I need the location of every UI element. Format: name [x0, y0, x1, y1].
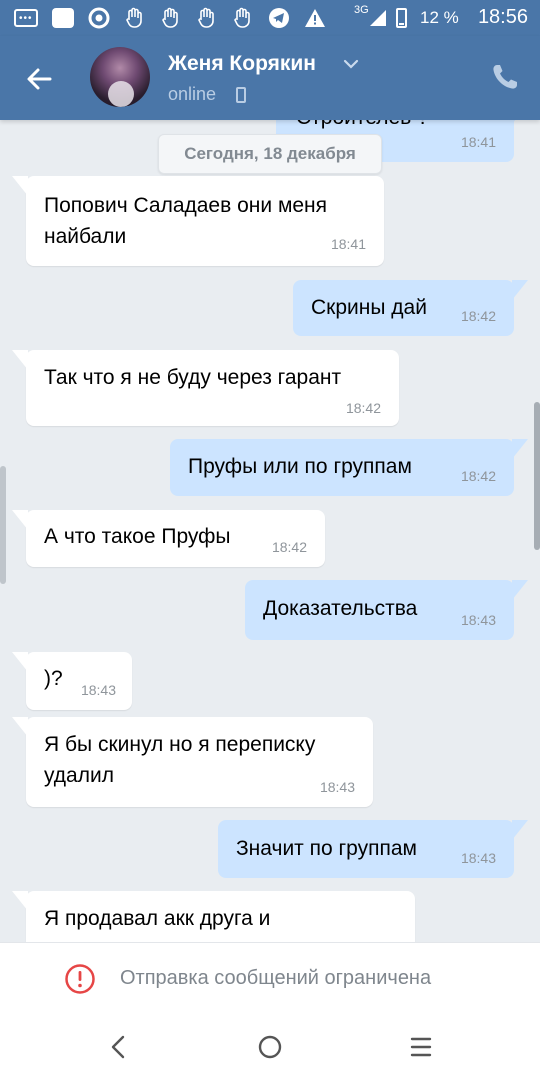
message-time: 18:41 — [330, 236, 366, 252]
back-arrow-icon — [27, 68, 52, 90]
scrollbar[interactable] — [534, 402, 540, 550]
hand-icon — [232, 7, 254, 29]
back-button[interactable] — [22, 62, 56, 96]
signal-icon — [368, 7, 388, 29]
online-status: online — [168, 84, 217, 104]
message-time: 18:43 — [80, 682, 116, 698]
clock: 18:56 — [477, 6, 528, 28]
message-text: Я продавал акк друга и — [44, 907, 271, 930]
message-bubble-out[interactable]: Доказательства 18:43 — [245, 580, 528, 640]
message-bubble-out[interactable]: Пруфы или по группам 18:42 — [170, 439, 528, 496]
message-time: 18:42 — [271, 539, 307, 555]
message-time: 18:42 — [460, 308, 496, 324]
message-text: Доказательства — [263, 597, 418, 620]
message-bubble-in[interactable]: )? 18:43 — [12, 652, 132, 710]
network-type-label: 3G — [354, 4, 369, 16]
mobile-icon — [236, 87, 246, 103]
message-bubble-in[interactable]: Я бы скинул но я переписку удалил 18:43 — [12, 717, 373, 807]
chevron-down-icon[interactable] — [343, 56, 359, 72]
message-bubble-in[interactable]: Так что я не буду через гарант 18:42 — [12, 350, 399, 426]
message-text: Скрины дай — [311, 296, 427, 319]
message-text: А что такое Пруфы — [44, 525, 231, 548]
back-icon[interactable] — [102, 1030, 136, 1064]
message-bubble-out[interactable]: Значит по группам 18:43 — [218, 820, 528, 878]
message-list[interactable]: Строителев ? 18:41 Сегодня, 18 декабря П… — [0, 120, 540, 942]
telegram-icon — [268, 7, 290, 29]
restriction-text: Отправка сообщений ограничена — [120, 967, 432, 989]
menu-icon[interactable] — [404, 1030, 438, 1064]
message-text: )? — [44, 667, 63, 690]
warning-icon — [304, 7, 326, 29]
message-time: 18:42 — [345, 400, 381, 416]
date-separator: Сегодня, 18 декабря — [158, 134, 382, 174]
hand-icon — [160, 7, 182, 29]
restriction-notice: Отправка сообщений ограничена — [0, 942, 540, 1014]
call-icon[interactable] — [490, 62, 520, 92]
hand-icon — [196, 7, 218, 29]
home-icon[interactable] — [253, 1030, 287, 1064]
battery-percent: 12 % — [420, 8, 459, 27]
message-time: 18:42 — [460, 468, 496, 484]
avatar[interactable] — [90, 47, 150, 107]
message-text: Попович Саладаев они меня найбали — [44, 194, 328, 248]
message-text: Так что я не буду через гарант — [44, 366, 342, 389]
chat-header: Женя Корякин online — [0, 36, 540, 120]
message-text: Значит по группам — [236, 837, 417, 860]
battery-icon — [396, 7, 407, 29]
message-text: Строителев ? — [296, 120, 429, 133]
app-icon — [52, 7, 74, 29]
contact-name[interactable]: Женя Корякин — [168, 52, 316, 76]
warning-circle-icon — [65, 964, 95, 994]
chrome-icon — [88, 7, 110, 29]
message-time: 18:41 — [460, 134, 496, 150]
message-bubble-out[interactable]: Скрины дай 18:42 — [293, 280, 528, 336]
message-bubble-in[interactable]: Попович Саладаев они меня найбали 18:41 — [12, 176, 384, 266]
message-bubble-in[interactable]: А что такое Пруфы 18:42 — [12, 510, 325, 567]
message-time: 18:43 — [319, 779, 355, 795]
message-text: Пруфы или по группам — [188, 455, 412, 478]
message-text: Я бы скинул но я переписку удалил — [44, 733, 316, 787]
message-time: 18:43 — [460, 612, 496, 628]
status-bar: ••• 3G 12 % 18:56 — [0, 0, 540, 36]
message-icon: ••• — [14, 7, 38, 29]
edge-handle[interactable] — [0, 466, 6, 584]
message-bubble-in[interactable]: Я продавал акк друга и — [12, 891, 415, 942]
system-navbar — [0, 1014, 540, 1080]
hand-icon — [124, 7, 146, 29]
message-time: 18:43 — [460, 850, 496, 866]
